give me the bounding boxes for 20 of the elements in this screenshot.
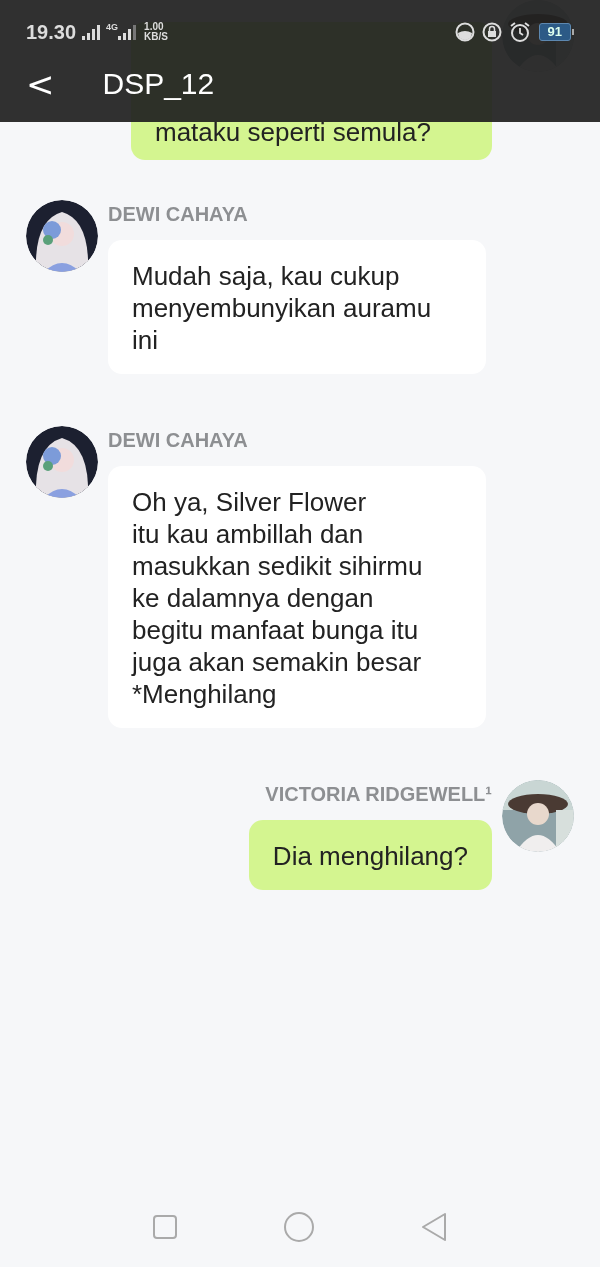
alarm-icon bbox=[508, 21, 531, 43]
speed-value: 1.00 bbox=[144, 22, 165, 32]
back-button[interactable]: < bbox=[18, 67, 63, 101]
message-bubble: Oh ya, Silver Flower itu kau ambillah dan masukkan sedikit sihirmu ke dalamnya dengan begitu manfaat bunga itu juga akan semakin besar *Menghilang bbox=[108, 466, 486, 728]
message-bubble: Mudah saja, kau cukup menyembunyikan auramu ini bbox=[108, 240, 486, 374]
network-label: 4G bbox=[106, 22, 119, 32]
battery-icon: 91 bbox=[538, 23, 574, 41]
signal-icon bbox=[82, 24, 103, 40]
home-button[interactable] bbox=[283, 1211, 315, 1243]
status-time: 19.30 bbox=[26, 20, 77, 44]
circle-icon bbox=[454, 22, 475, 42]
back-nav-button[interactable] bbox=[419, 1212, 448, 1242]
lock-rotate-icon bbox=[480, 22, 503, 42]
sender-name: DEWI CAHAYA bbox=[108, 428, 248, 453]
speed-unit: KB/S bbox=[144, 32, 168, 42]
message-bubble: Dia menghilang? bbox=[248, 820, 492, 890]
sender-name: DEWI CAHAYA bbox=[108, 202, 248, 227]
sender-name: VICTORIA RIDGEWELL¹ bbox=[265, 782, 492, 807]
recents-button[interactable] bbox=[152, 1214, 179, 1240]
signal-icon bbox=[118, 24, 139, 40]
